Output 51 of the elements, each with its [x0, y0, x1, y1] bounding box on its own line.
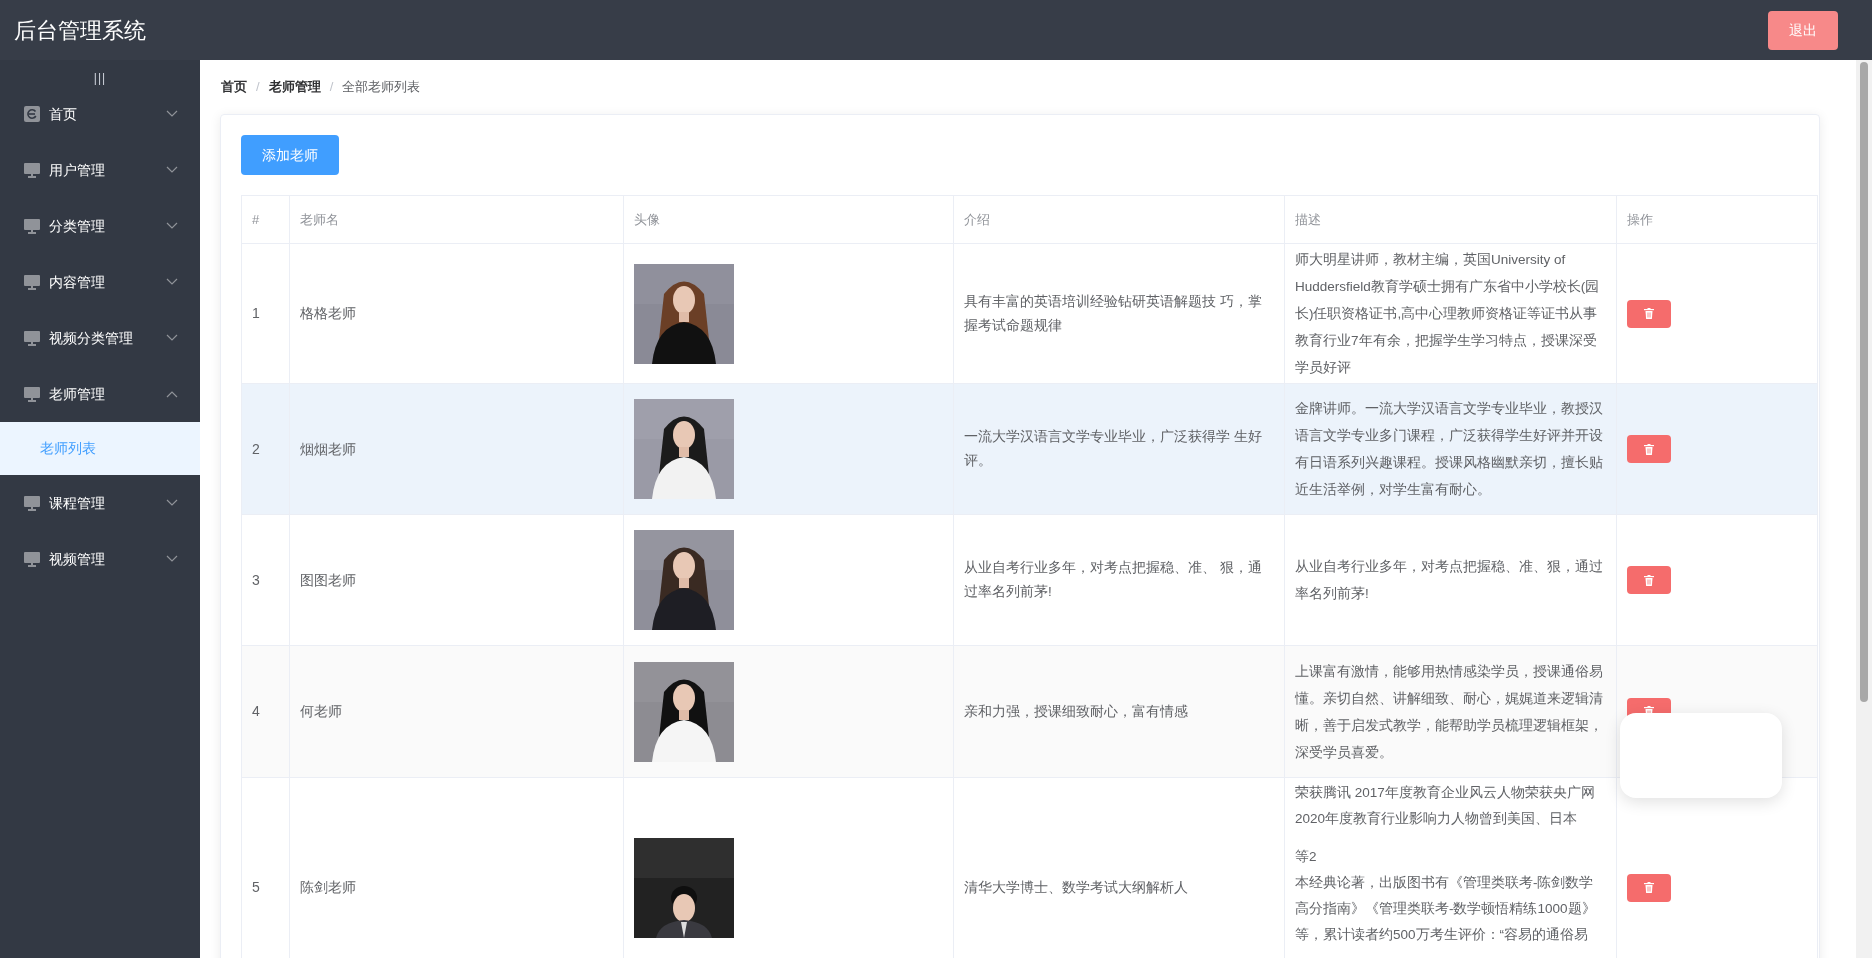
- table-cell: 5: [252, 879, 260, 895]
- table-cell-text: 亲和力强，授课细致耐心，富有情感: [964, 702, 1189, 721]
- menu-item[interactable]: 内容管理: [0, 254, 200, 310]
- table-cell-text: 一流大学汉语言文学专业毕业，广泛获得学 生好评。: [964, 428, 1263, 470]
- table-cell-text: 师大明星讲师，教材主编，英国University of Huddersfield教育学硕士拥有广东省中小学校长(园长)任职资格证书,高中心理教师资格证等证书从事教育行业7年有余，把握学生学习特点，授课深受学员好评: [1295, 251, 1601, 377]
- collapse-toggle[interactable]: |||: [93, 72, 107, 84]
- breadcrumb-item[interactable]: 老师管理: [268, 77, 321, 97]
- table-cell-text: 清华大学博士、数学考试大纲解析人: [964, 878, 1189, 897]
- app-title: 后台管理系统: [14, 16, 146, 45]
- table-cell: 格格老师: [300, 305, 356, 321]
- breadcrumb-separator: /: [256, 78, 260, 97]
- table-row[interactable]: 2 烟烟老师 一流大学汉语言文学专业毕业，广泛获得学 生好评。 金牌讲师。一流大学汉语言文学专业毕业，教授汉语言文学专业多门课程，广泛获得学生好评并开设有日语系列兴趣课程。授课风格幽默亲切，擅长贴近生活举例，对学生富有耐心。: [241, 383, 1818, 515]
- breadcrumb-item[interactable]: 首页: [221, 77, 247, 97]
- table-row[interactable]: 1 格格老师 具有丰富的英语培训经验钻研英语解题技 巧，掌握考试命题规律 师大明星讲师，教材主编，英国University of Huddersfield教育学硕士拥有广东省中小学校长(园长)任职资格证书,高中心理教师资格证等证书从事教育行业7年有余，把握学生学习特点，授课深受学员好评: [241, 243, 1818, 384]
- table-row[interactable]: 4 何老师 亲和力强，授课细致耐心，富有情感 上课富有激情，能够用热情感染学员，授课通俗易懂。亲切自然、讲解细致、耐心，娓娓道来逻辑清晰，善于启发式教学，能帮助学员梳理逻辑框架，深受学员喜爱。: [241, 645, 1818, 778]
- table-cell-text: 从业自考行业多年，对考点把握稳、准、 狠，通过率名列前茅!: [964, 559, 1263, 601]
- menu-item[interactable]: 视频分类管理: [0, 310, 200, 366]
- breadcrumb-separator: /: [329, 78, 334, 97]
- table-cell: 2: [252, 440, 260, 457]
- table-cell-text: 等，累计读者约500万考生评价：“容易的通俗易: [1295, 926, 1590, 944]
- menu-item[interactable]: 老师管理: [0, 366, 200, 422]
- table-cell-text: 等2: [1295, 848, 1318, 866]
- table-cell-text: 从业自考行业多年，对考点把握稳、准、狠，通过率名列前茅!: [1295, 558, 1604, 603]
- table-cell-text: 荣获腾讯 2017年度教育企业风云人物荣获央广网: [1295, 784, 1596, 802]
- column-header: 描述: [1284, 195, 1617, 244]
- table-cell-text: 金牌讲师。一流大学汉语言文学专业毕业，教授汉语言文学专业多门课程，广泛获得学生好评并开设有日语系列兴趣课程。授课风格幽默亲切，擅长贴近生活举例，对学生富有耐心。: [1295, 400, 1604, 499]
- table-cell-text: 2020年度教育行业影响力人物曾到美国、日本: [1295, 810, 1579, 828]
- column-header: 老师名: [289, 195, 624, 244]
- table-cell-text: 具有丰富的英语培训经验钻研英语解题技 巧，掌握考试命题规律: [964, 292, 1263, 335]
- table-cell: 图图老师: [300, 571, 356, 588]
- column-header: 头像: [623, 195, 954, 244]
- table-cell-text: 上课富有激情，能够用热情感染学员，授课通俗易懂。亲切自然、讲解细致、耐心，娓娓道来逻辑清晰，善于启发式教学，能帮助学员梳理逻辑框架，深受学员喜爱。: [1295, 662, 1604, 762]
- column-header: 操作: [1616, 195, 1818, 244]
- table-row[interactable]: 5 陈剑老师 清华大学博士、数学考试大纲解析人 荣获腾讯 2017年度教育企业风云人物荣获央广网 2020年度教育行业影响力人物曾到美国、日本 等2 本经典论著，出版图书有《管理类联考-陈剑数学 高分指南》《管理类联考-数学顿悟精练1000题》 等，累计读者约500万考生评价：“容易的通俗易: [241, 777, 1818, 958]
- menu-item[interactable]: 分类管理: [0, 198, 200, 254]
- table-cell: 1: [252, 305, 260, 321]
- table-cell: 4: [252, 703, 260, 719]
- table-cell-text: 高分指南》《管理类联考-数学顿悟精练1000题》: [1295, 900, 1597, 918]
- table-row[interactable]: 3 图图老师 从业自考行业多年，对考点把握稳、准、 狠，通过率名列前茅! 从业自考行业多年，对考点把握稳、准、狠，通过率名列前茅!: [241, 514, 1818, 646]
- table-cell: 烟烟老师: [300, 440, 356, 457]
- menu-item[interactable]: 用户管理: [0, 142, 200, 198]
- table-cell-text: 本经典论著，出版图书有《管理类联考-陈剑数学: [1295, 874, 1595, 892]
- table-cell: 陈剑老师: [300, 879, 356, 895]
- table-cell: 3: [252, 571, 260, 588]
- menu-item[interactable]: 首页: [0, 86, 200, 142]
- column-header: 介绍: [953, 195, 1285, 244]
- table-cell: 何老师: [300, 703, 342, 719]
- menu-item[interactable]: 课程管理: [0, 475, 200, 531]
- menu-item[interactable]: 视频管理: [0, 531, 200, 587]
- breadcrumb-item: 全部老师列表: [342, 78, 421, 97]
- column-header: #: [241, 195, 290, 244]
